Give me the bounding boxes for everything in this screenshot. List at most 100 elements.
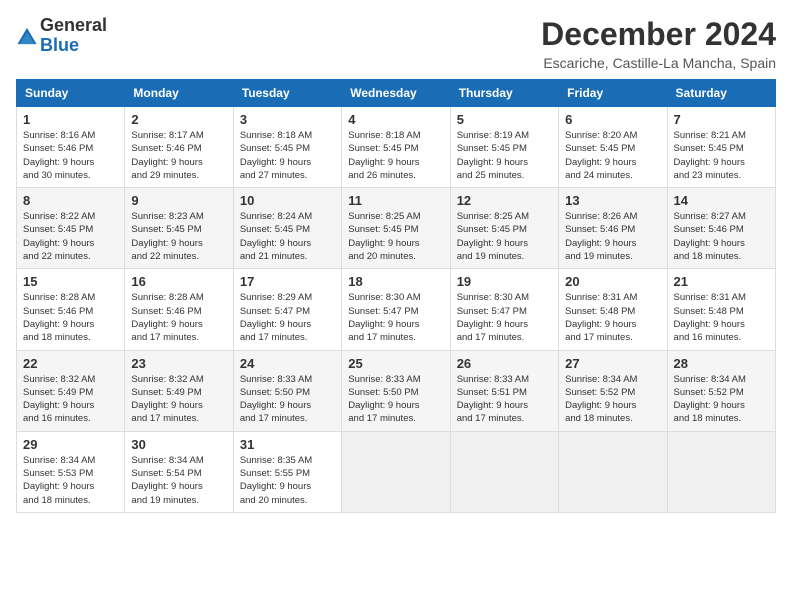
week-row-4: 22 Sunrise: 8:32 AM Sunset: 5:49 PM Dayli… — [17, 350, 776, 431]
day-info: Sunrise: 8:32 AM Sunset: 5:49 PM Dayligh… — [131, 373, 226, 426]
day-number: 30 — [131, 437, 226, 452]
day-number: 26 — [457, 356, 552, 371]
day-info: Sunrise: 8:26 AM Sunset: 5:46 PM Dayligh… — [565, 210, 660, 263]
day-info: Sunrise: 8:22 AM Sunset: 5:45 PM Dayligh… — [23, 210, 118, 263]
day-number: 9 — [131, 193, 226, 208]
calendar-cell — [559, 431, 667, 512]
day-number: 12 — [457, 193, 552, 208]
calendar-cell: 10 Sunrise: 8:24 AM Sunset: 5:45 PM Dayli… — [233, 188, 341, 269]
column-header-thursday: Thursday — [450, 80, 558, 107]
week-row-3: 15Sunrise: 8:28 AM Sunset: 5:46 PM Dayli… — [17, 269, 776, 350]
calendar-cell: 12 Sunrise: 8:25 AM Sunset: 5:45 PM Dayli… — [450, 188, 558, 269]
title-block: December 2024 Escariche, Castille-La Man… — [541, 16, 776, 71]
calendar-cell: 21 Sunrise: 8:31 AM Sunset: 5:48 PM Dayli… — [667, 269, 775, 350]
calendar-cell: 13 Sunrise: 8:26 AM Sunset: 5:46 PM Dayli… — [559, 188, 667, 269]
calendar-cell: 30Sunrise: 8:34 AM Sunset: 5:54 PM Dayli… — [125, 431, 233, 512]
day-number: 8 — [23, 193, 118, 208]
day-number: 3 — [240, 112, 335, 127]
day-number: 2 — [131, 112, 226, 127]
logo-line1: General — [40, 16, 107, 36]
calendar-cell: 25Sunrise: 8:33 AM Sunset: 5:50 PM Dayli… — [342, 350, 450, 431]
calendar-cell: 26 Sunrise: 8:33 AM Sunset: 5:51 PM Dayli… — [450, 350, 558, 431]
calendar-cell: 19 Sunrise: 8:30 AM Sunset: 5:47 PM Dayli… — [450, 269, 558, 350]
day-number: 21 — [674, 274, 769, 289]
logo: General Blue — [16, 16, 107, 56]
day-info: Sunrise: 8:33 AM Sunset: 5:50 PM Dayligh… — [240, 373, 335, 426]
day-info: Sunrise: 8:18 AM Sunset: 5:45 PM Dayligh… — [348, 129, 443, 182]
logo-icon — [16, 25, 38, 47]
calendar-header-row: SundayMondayTuesdayWednesdayThursdayFrid… — [17, 80, 776, 107]
day-number: 29 — [23, 437, 118, 452]
day-number: 18 — [348, 274, 443, 289]
day-number: 20 — [565, 274, 660, 289]
calendar-cell: 9 Sunrise: 8:23 AM Sunset: 5:45 PM Daylig… — [125, 188, 233, 269]
calendar-cell: 29 Sunrise: 8:34 AM Sunset: 5:53 PM Dayli… — [17, 431, 125, 512]
calendar-cell: 4 Sunrise: 8:18 AM Sunset: 5:45 PM Daylig… — [342, 107, 450, 188]
calendar-cell: 16 Sunrise: 8:28 AM Sunset: 5:46 PM Dayli… — [125, 269, 233, 350]
day-info: Sunrise: 8:20 AM Sunset: 5:45 PM Dayligh… — [565, 129, 660, 182]
calendar-cell: 28 Sunrise: 8:34 AM Sunset: 5:52 PM Dayli… — [667, 350, 775, 431]
day-info: Sunrise: 8:28 AM Sunset: 5:46 PM Dayligh… — [131, 291, 226, 344]
day-number: 4 — [348, 112, 443, 127]
day-info: Sunrise: 8:16 AM Sunset: 5:46 PM Dayligh… — [23, 129, 118, 182]
day-info: Sunrise: 8:29 AM Sunset: 5:47 PM Dayligh… — [240, 291, 335, 344]
day-info: Sunrise: 8:24 AM Sunset: 5:45 PM Dayligh… — [240, 210, 335, 263]
calendar-cell: 22 Sunrise: 8:32 AM Sunset: 5:49 PM Dayli… — [17, 350, 125, 431]
day-info: Sunrise: 8:31 AM Sunset: 5:48 PM Dayligh… — [674, 291, 769, 344]
day-info: Sunrise: 8:33 AM Sunset: 5:51 PM Dayligh… — [457, 373, 552, 426]
calendar-cell: 31 Sunrise: 8:35 AM Sunset: 5:55 PM Dayli… — [233, 431, 341, 512]
calendar-cell: 27 Sunrise: 8:34 AM Sunset: 5:52 PM Dayli… — [559, 350, 667, 431]
calendar-table: SundayMondayTuesdayWednesdayThursdayFrid… — [16, 79, 776, 513]
day-info: Sunrise: 8:28 AM Sunset: 5:46 PM Dayligh… — [23, 291, 118, 344]
calendar-cell: 6Sunrise: 8:20 AM Sunset: 5:45 PM Daylig… — [559, 107, 667, 188]
day-number: 31 — [240, 437, 335, 452]
day-info: Sunrise: 8:31 AM Sunset: 5:48 PM Dayligh… — [565, 291, 660, 344]
location-subtitle: Escariche, Castille-La Mancha, Spain — [541, 55, 776, 71]
calendar-cell: 15Sunrise: 8:28 AM Sunset: 5:46 PM Dayli… — [17, 269, 125, 350]
column-header-saturday: Saturday — [667, 80, 775, 107]
calendar-cell — [342, 431, 450, 512]
day-info: Sunrise: 8:30 AM Sunset: 5:47 PM Dayligh… — [457, 291, 552, 344]
day-info: Sunrise: 8:21 AM Sunset: 5:45 PM Dayligh… — [674, 129, 769, 182]
calendar-cell — [450, 431, 558, 512]
day-number: 14 — [674, 193, 769, 208]
calendar-cell: 24 Sunrise: 8:33 AM Sunset: 5:50 PM Dayli… — [233, 350, 341, 431]
day-number: 22 — [23, 356, 118, 371]
column-header-tuesday: Tuesday — [233, 80, 341, 107]
calendar-cell — [667, 431, 775, 512]
day-number: 13 — [565, 193, 660, 208]
day-info: Sunrise: 8:19 AM Sunset: 5:45 PM Dayligh… — [457, 129, 552, 182]
logo-line2: Blue — [40, 36, 107, 56]
column-header-sunday: Sunday — [17, 80, 125, 107]
day-info: Sunrise: 8:23 AM Sunset: 5:45 PM Dayligh… — [131, 210, 226, 263]
day-number: 11 — [348, 193, 443, 208]
day-info: Sunrise: 8:32 AM Sunset: 5:49 PM Dayligh… — [23, 373, 118, 426]
week-row-1: 1Sunrise: 8:16 AM Sunset: 5:46 PM Daylig… — [17, 107, 776, 188]
page-header: General Blue December 2024 Escariche, Ca… — [16, 16, 776, 71]
calendar-cell: 14 Sunrise: 8:27 AM Sunset: 5:46 PM Dayli… — [667, 188, 775, 269]
day-info: Sunrise: 8:34 AM Sunset: 5:52 PM Dayligh… — [674, 373, 769, 426]
day-number: 24 — [240, 356, 335, 371]
day-info: Sunrise: 8:34 AM Sunset: 5:52 PM Dayligh… — [565, 373, 660, 426]
calendar-cell: 8 Sunrise: 8:22 AM Sunset: 5:45 PM Daylig… — [17, 188, 125, 269]
day-info: Sunrise: 8:35 AM Sunset: 5:55 PM Dayligh… — [240, 454, 335, 507]
day-number: 19 — [457, 274, 552, 289]
calendar-cell: 2Sunrise: 8:17 AM Sunset: 5:46 PM Daylig… — [125, 107, 233, 188]
day-number: 25 — [348, 356, 443, 371]
day-number: 16 — [131, 274, 226, 289]
calendar-cell: 20 Sunrise: 8:31 AM Sunset: 5:48 PM Dayli… — [559, 269, 667, 350]
day-number: 5 — [457, 112, 552, 127]
day-info: Sunrise: 8:27 AM Sunset: 5:46 PM Dayligh… — [674, 210, 769, 263]
day-number: 27 — [565, 356, 660, 371]
calendar-cell: 18 Sunrise: 8:30 AM Sunset: 5:47 PM Dayli… — [342, 269, 450, 350]
day-number: 28 — [674, 356, 769, 371]
calendar-cell: 5 Sunrise: 8:19 AM Sunset: 5:45 PM Daylig… — [450, 107, 558, 188]
day-number: 10 — [240, 193, 335, 208]
calendar-cell: 3Sunrise: 8:18 AM Sunset: 5:45 PM Daylig… — [233, 107, 341, 188]
calendar-cell: 7Sunrise: 8:21 AM Sunset: 5:45 PM Daylig… — [667, 107, 775, 188]
day-info: Sunrise: 8:30 AM Sunset: 5:47 PM Dayligh… — [348, 291, 443, 344]
day-info: Sunrise: 8:34 AM Sunset: 5:53 PM Dayligh… — [23, 454, 118, 507]
calendar-cell: 17Sunrise: 8:29 AM Sunset: 5:47 PM Dayli… — [233, 269, 341, 350]
column-header-friday: Friday — [559, 80, 667, 107]
day-info: Sunrise: 8:25 AM Sunset: 5:45 PM Dayligh… — [457, 210, 552, 263]
